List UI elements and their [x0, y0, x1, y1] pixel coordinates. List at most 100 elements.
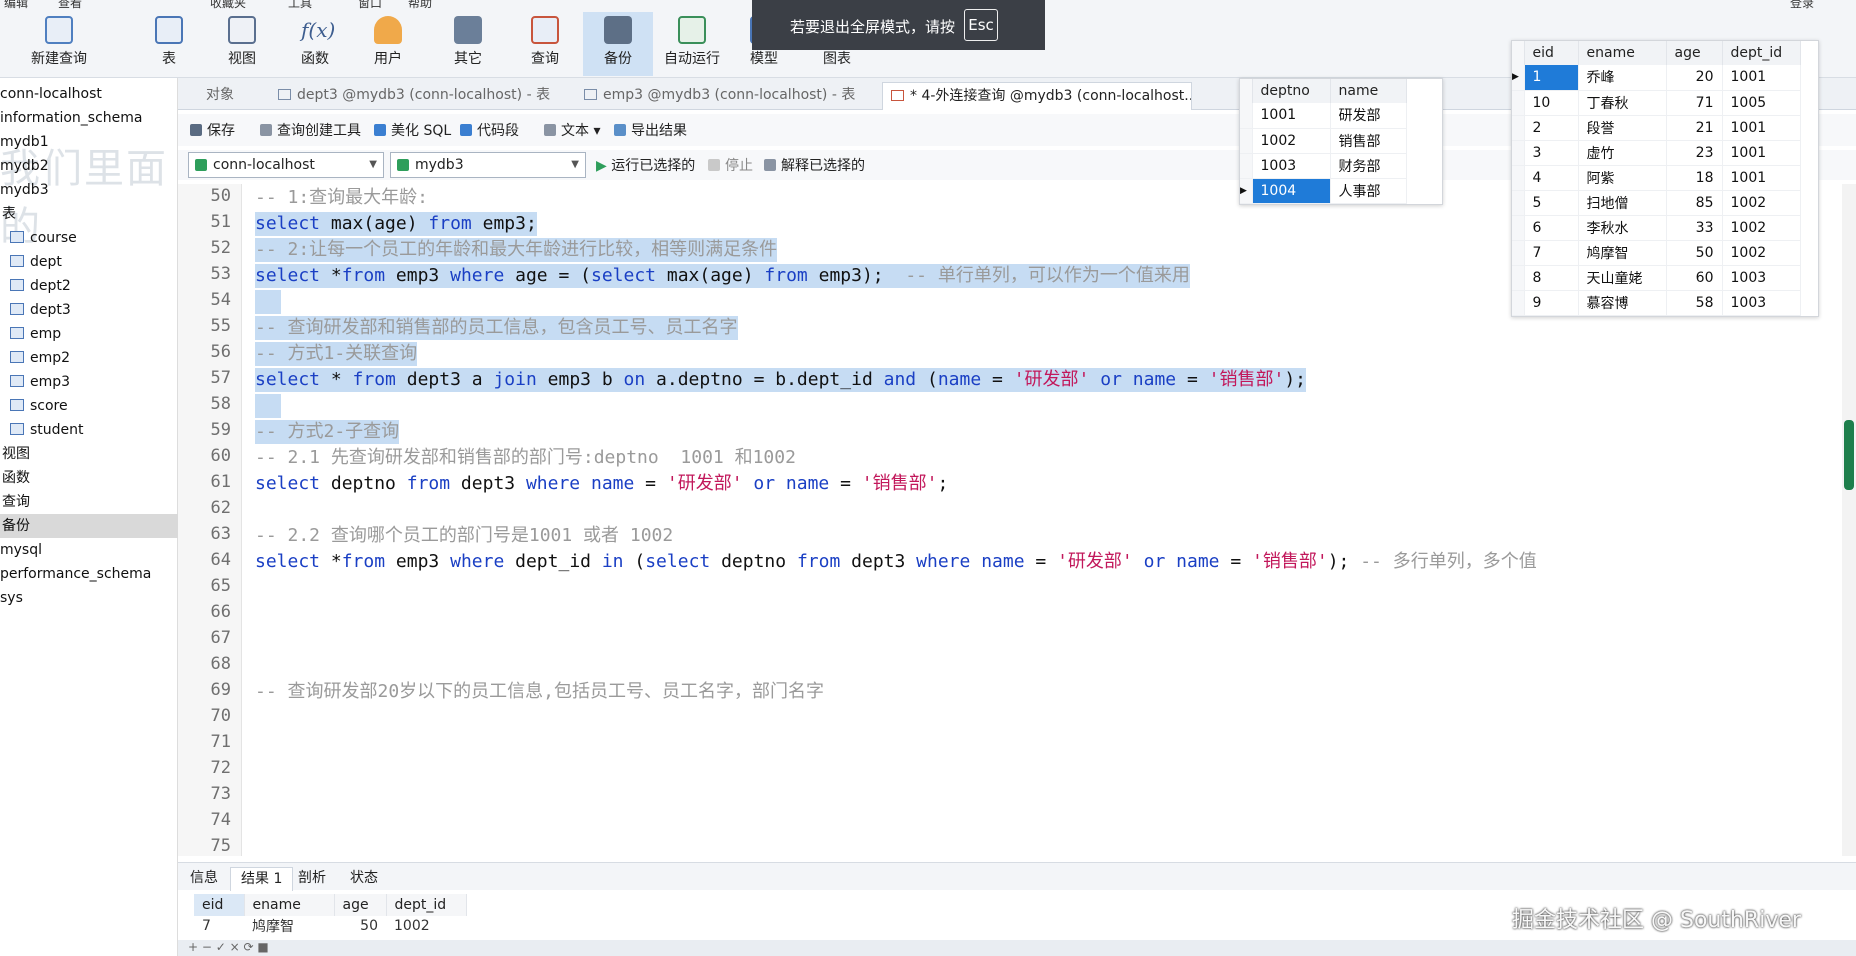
table-row[interactable]: 7 鸠摩智 50 1002: [194, 916, 466, 936]
table-cell[interactable]: 乔峰: [1578, 65, 1667, 91]
code-snippet-button[interactable]: 代码段: [460, 120, 519, 140]
tab-objects[interactable]: 对象: [198, 82, 258, 110]
row-header[interactable]: [1512, 265, 1525, 291]
stop-button[interactable]: 停止: [708, 155, 753, 175]
grid-nav-icons[interactable]: + − ✓ × ⟳ ■: [188, 940, 269, 954]
table-cell[interactable]: 人事部: [1330, 178, 1407, 204]
tree-item[interactable]: performance_schema: [0, 562, 151, 586]
table-cell[interactable]: 20: [1666, 65, 1723, 91]
table-row[interactable]: 1003 财务部: [1240, 153, 1407, 179]
table-cell[interactable]: 50: [1666, 240, 1723, 266]
tree-item[interactable]: conn-localhost: [0, 82, 102, 106]
table-cell[interactable]: 1001: [1252, 103, 1331, 129]
column-header[interactable]: age: [334, 894, 387, 916]
row-header[interactable]: [1512, 140, 1525, 166]
tree-item[interactable]: emp3: [0, 370, 70, 394]
table-row[interactable]: 2 段誉 21 1001: [1512, 115, 1801, 141]
tab-result-1[interactable]: 结果 1: [230, 867, 294, 891]
table-cell[interactable]: 6: [1524, 215, 1579, 241]
row-header[interactable]: [1512, 90, 1525, 116]
tab-status[interactable]: 状态: [340, 867, 388, 891]
table-cell[interactable]: 鸠摩智: [244, 916, 334, 936]
column-header[interactable]: eid: [1524, 41, 1579, 65]
table-cell[interactable]: 1005: [1722, 90, 1801, 116]
table-cell[interactable]: 5: [1524, 190, 1579, 216]
menu-help[interactable]: 帮助: [408, 0, 432, 11]
table-cell[interactable]: 1002: [1722, 190, 1801, 216]
column-header[interactable]: eid: [194, 894, 245, 916]
column-header[interactable]: dept_id: [386, 894, 467, 916]
column-header[interactable]: ename: [244, 894, 335, 916]
table-cell[interactable]: 33: [1666, 215, 1723, 241]
table-row[interactable]: 10 丁春秋 71 1005: [1512, 90, 1801, 116]
column-header[interactable]: age: [1666, 41, 1723, 65]
tab-outer-join-query[interactable]: * 4-外连接查询 @mydb3 (conn-localhost...: [882, 82, 1192, 110]
tree-item[interactable]: 备份: [0, 514, 178, 538]
tree-item[interactable]: emp: [0, 322, 61, 346]
auto-run-button[interactable]: 自动运行: [656, 12, 728, 76]
function-button[interactable]: f(x) 函数: [280, 12, 350, 76]
table-cell[interactable]: 1002: [1252, 128, 1331, 154]
table-row[interactable]: 4 阿紫 18 1001: [1512, 165, 1801, 191]
menu-view[interactable]: 查看: [58, 0, 82, 11]
tree-item[interactable]: information_schema: [0, 106, 143, 130]
tree-item[interactable]: course: [0, 226, 77, 250]
table-cell[interactable]: 丁春秋: [1578, 90, 1667, 116]
table-cell[interactable]: 扫地僧: [1578, 190, 1667, 216]
table-cell[interactable]: 1001: [1722, 115, 1801, 141]
tree-item[interactable]: dept: [0, 250, 62, 274]
tree-item[interactable]: emp2: [0, 346, 70, 370]
row-header[interactable]: [1240, 103, 1253, 129]
table-cell[interactable]: 1001: [1722, 140, 1801, 166]
row-header[interactable]: [1512, 190, 1525, 216]
table-cell[interactable]: 1002: [1722, 240, 1801, 266]
table-cell[interactable]: 58: [1666, 290, 1723, 316]
row-header[interactable]: [1512, 165, 1525, 191]
table-row[interactable]: 1002 销售部: [1240, 128, 1407, 154]
table-cell[interactable]: 71: [1666, 90, 1723, 116]
save-button[interactable]: 保存: [190, 120, 235, 140]
table-cell[interactable]: 7: [194, 916, 244, 936]
menu-edit[interactable]: 编辑: [4, 0, 28, 11]
table-cell[interactable]: 1003: [1722, 265, 1801, 291]
tree-item[interactable]: mydb2: [0, 154, 49, 178]
row-header[interactable]: [1512, 215, 1525, 241]
tree-item[interactable]: sys: [0, 586, 23, 610]
login-link[interactable]: 登录: [1790, 0, 1814, 11]
table-cell[interactable]: 段誉: [1578, 115, 1667, 141]
table-cell[interactable]: 1001: [1722, 65, 1801, 91]
query-button[interactable]: 查询: [510, 12, 580, 76]
user-button[interactable]: 用户: [353, 12, 423, 76]
explain-selected-button[interactable]: 解释已选择的: [764, 155, 865, 175]
run-selected-button[interactable]: ▶ 运行已选择的: [596, 155, 695, 175]
table-row[interactable]: 1001 研发部: [1240, 103, 1407, 129]
table-cell[interactable]: 8: [1524, 265, 1579, 291]
table-cell[interactable]: 1002: [1722, 215, 1801, 241]
connection-select[interactable]: conn-localhost ▼: [188, 152, 384, 178]
column-header[interactable]: deptno: [1252, 79, 1331, 103]
row-header[interactable]: [1512, 115, 1525, 141]
tab-info[interactable]: 信息: [180, 867, 228, 891]
beautify-sql-button[interactable]: 美化 SQL: [374, 120, 451, 140]
table-cell[interactable]: 4: [1524, 165, 1579, 191]
table-cell[interactable]: 1001: [1722, 165, 1801, 191]
table-cell[interactable]: 1004: [1252, 178, 1331, 204]
menu-window[interactable]: 窗口: [358, 0, 382, 11]
esc-key-badge[interactable]: Esc: [964, 9, 998, 41]
backup-button[interactable]: 备份: [583, 12, 653, 76]
column-header[interactable]: name: [1330, 79, 1407, 103]
table-cell[interactable]: 1003: [1252, 153, 1331, 179]
column-header[interactable]: dept_id: [1722, 41, 1801, 65]
table-cell[interactable]: 7: [1524, 240, 1579, 266]
new-query-button[interactable]: 新建查询: [24, 12, 94, 76]
table-row[interactable]: ▶ 1004 人事部: [1240, 178, 1407, 204]
view-button[interactable]: 视图: [207, 12, 277, 76]
tree-item[interactable]: mysql: [0, 538, 42, 562]
tree-item[interactable]: 查询: [0, 490, 30, 514]
database-select[interactable]: mydb3 ▼: [390, 152, 586, 178]
row-header[interactable]: [1512, 240, 1525, 266]
table-cell[interactable]: 1: [1524, 65, 1579, 91]
tree-item[interactable]: 表: [0, 202, 16, 226]
query-builder-button[interactable]: 查询创建工具: [260, 120, 361, 140]
table-cell[interactable]: 1002: [386, 916, 466, 936]
